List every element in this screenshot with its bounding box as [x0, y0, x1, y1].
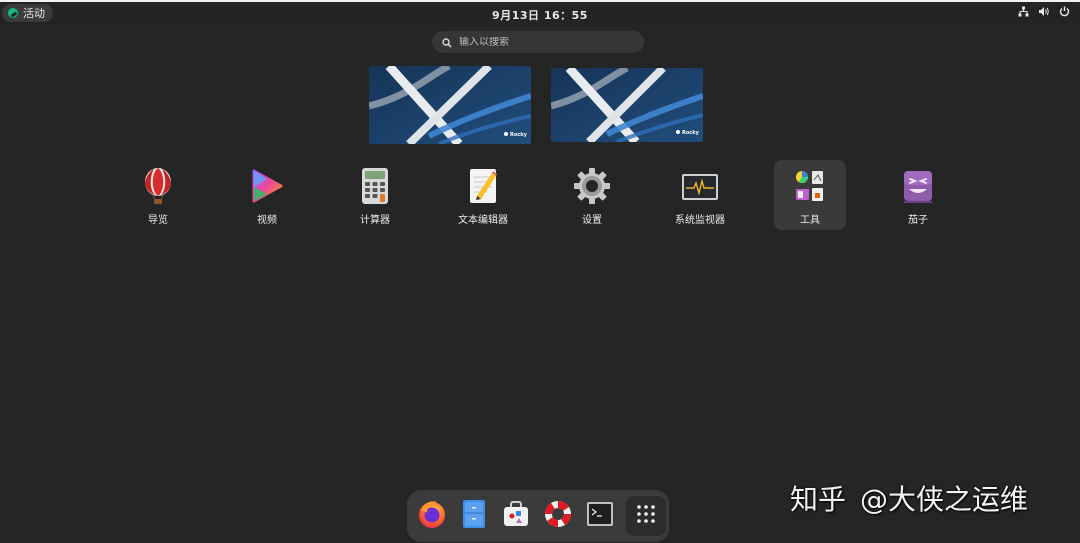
video-player-icon	[249, 167, 285, 205]
dock	[407, 490, 669, 542]
workspace-thumbnail-2[interactable]: Rocky	[551, 68, 703, 142]
app-label: 工具	[800, 215, 820, 226]
terminal-icon	[586, 501, 614, 531]
network-icon[interactable]	[1018, 6, 1029, 17]
settings-gear-icon	[573, 167, 611, 205]
tour-balloon-icon	[141, 167, 175, 205]
calculator-icon	[360, 167, 390, 205]
app-tour[interactable]: 导览	[122, 160, 194, 230]
app-settings[interactable]: 设置	[556, 160, 628, 230]
dock-software[interactable]	[500, 500, 532, 532]
dock-show-apps[interactable]	[626, 496, 666, 536]
app-system-monitor[interactable]: 系统监视器	[664, 160, 736, 230]
show-apps-grid-icon	[636, 504, 656, 528]
search-input[interactable]	[459, 36, 629, 48]
system-tray[interactable]	[1018, 6, 1070, 17]
dock-files[interactable]	[458, 500, 490, 532]
watermark-site: 知乎	[790, 483, 847, 516]
top-bar: 活动 9月13日 16：55	[0, 0, 1080, 24]
dock-terminal[interactable]	[584, 500, 616, 532]
workspace-thumbnail-1[interactable]: Rocky	[369, 66, 531, 144]
firefox-icon	[417, 499, 447, 533]
power-icon[interactable]	[1059, 6, 1070, 17]
software-store-icon	[501, 499, 531, 533]
watermark-author: @大侠之运维	[860, 483, 1029, 516]
app-label: 茄子	[908, 215, 928, 226]
search-box[interactable]	[432, 31, 644, 53]
app-text-editor[interactable]: 文本编辑器	[447, 160, 519, 230]
app-label: 导览	[148, 215, 168, 226]
wallpaper-brand: Rocky	[510, 132, 528, 138]
text-editor-icon	[467, 167, 499, 205]
dock-firefox[interactable]	[416, 500, 448, 532]
app-label: 视频	[257, 215, 277, 226]
search-icon	[442, 33, 452, 52]
app-label: 文本编辑器	[458, 215, 508, 226]
volume-icon[interactable]	[1038, 6, 1050, 17]
app-video[interactable]: 视频	[231, 160, 303, 230]
app-grid: 导览 视频 计算器 文本编辑器 设置 系统监视器 工具 茄子	[0, 160, 1080, 230]
app-calculator[interactable]: 计算器	[339, 160, 411, 230]
system-monitor-icon	[681, 167, 719, 205]
app-cheese[interactable]: 茄子	[882, 160, 954, 230]
app-label: 设置	[582, 215, 602, 226]
help-lifebuoy-icon	[543, 499, 573, 533]
cheese-camera-icon	[901, 167, 935, 205]
app-label: 计算器	[360, 215, 390, 226]
dock-help[interactable]	[542, 500, 574, 532]
clock[interactable]: 9月13日 16：55	[0, 7, 1080, 23]
watermark: 知乎 @大侠之运维	[790, 478, 1028, 518]
app-folder-utilities[interactable]: 工具	[774, 160, 846, 230]
wallpaper-brand: Rocky	[682, 130, 700, 136]
app-label: 系统监视器	[675, 215, 725, 226]
files-icon	[462, 499, 486, 533]
utilities-folder-icon	[791, 167, 829, 205]
